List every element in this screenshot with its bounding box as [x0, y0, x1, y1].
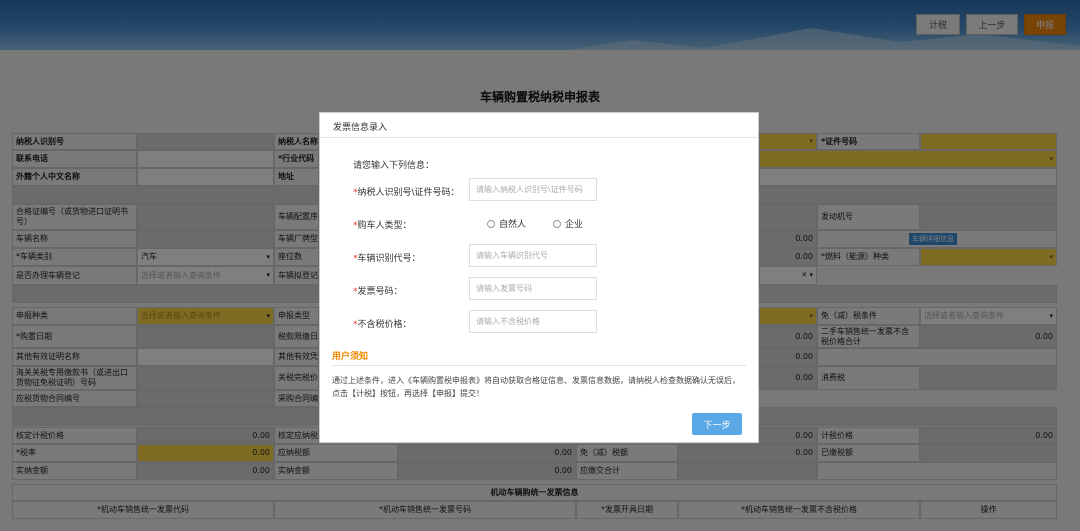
radio-natural-person[interactable]: 自然人 [487, 217, 526, 230]
radio-circle-icon [487, 219, 495, 228]
buyer-type-label-text: 购车人类型： [357, 221, 412, 231]
notice-title: 用户须知 [332, 352, 369, 362]
radio-natural-person-label: 自然人 [499, 220, 527, 230]
vin-field[interactable]: 请输入车辆识别代号 [469, 244, 597, 267]
taxpayer-id-field[interactable]: 请输入纳税人识别号\证件号码 [469, 178, 597, 201]
buyer-type-label: *购车人类型： [353, 221, 412, 231]
taxpayer-id-field-label-text: 纳税人识别号\证件号码： [357, 188, 460, 198]
price-field[interactable]: 请输入不含税价格 [469, 310, 597, 333]
taxpayer-id-field-label: *纳税人识别号\证件号码： [353, 188, 460, 198]
notice-text: 通过上述条件，进入《车辆购置税申报表》将自动获取合格证信息、发票信息数据，请纳税… [332, 376, 740, 398]
invoice-entry-dialog: 发票信息录入 请您输入下列信息： *纳税人识别号\证件号码： 请输入纳税人识别号… [319, 112, 759, 443]
notice-divider [332, 365, 746, 366]
dialog-title: 发票信息录入 [320, 113, 758, 138]
vin-field-label-text: 车辆识别代号： [357, 254, 421, 264]
price-field-label: *不含税价格： [353, 320, 412, 330]
invoice-no-field-label: *发票号码： [353, 287, 403, 297]
invoice-no-field[interactable]: 请输入发票号码 [469, 277, 597, 300]
next-step-button[interactable]: 下一步 [692, 413, 742, 435]
radio-company-label: 企业 [565, 220, 584, 230]
invoice-no-field-label-text: 发票号码： [357, 287, 403, 297]
radio-circle-icon [553, 219, 561, 228]
radio-company[interactable]: 企业 [553, 217, 583, 230]
price-field-label-text: 不含税价格： [357, 320, 412, 330]
dialog-prompt: 请您输入下列信息： [353, 161, 435, 171]
vin-field-label: *车辆识别代号： [353, 254, 421, 264]
